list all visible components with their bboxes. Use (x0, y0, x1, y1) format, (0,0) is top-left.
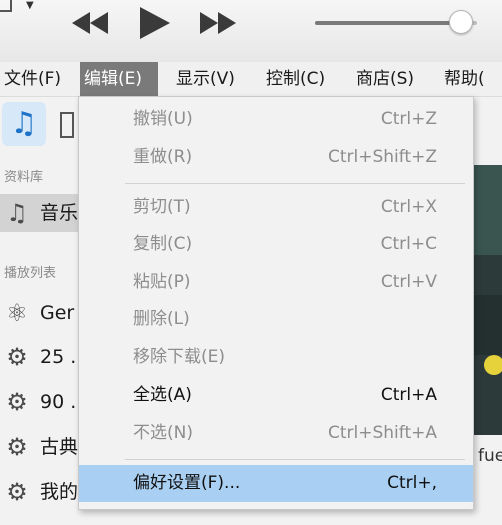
menu-separator (125, 183, 465, 184)
gear-icon: ⚙ (6, 343, 28, 371)
menu-separator (125, 459, 465, 460)
playlist-label: 90 . (40, 391, 77, 413)
menu-item-shortcut: Ctrl+A (380, 385, 437, 405)
menu-item-label: 复制(C) (133, 234, 193, 254)
menu-item-preferences[interactable]: 偏好设置(F)... Ctrl+, (79, 465, 473, 502)
menu-item-redo[interactable]: 重做(R) Ctrl+Shift+Z (79, 139, 473, 176)
play-icon[interactable] (136, 5, 172, 44)
menu-view[interactable]: 显示(V) (172, 62, 239, 96)
music-note-icon: ♫ (6, 199, 28, 227)
playlist-label: Ger (40, 302, 75, 324)
film-icon[interactable] (60, 112, 74, 138)
menu-item-label: 粘贴(P) (133, 272, 191, 292)
menu-item-paste[interactable]: 粘贴(P) Ctrl+V (79, 264, 473, 301)
menu-item-remove-download[interactable]: 移除下载(E) (79, 339, 473, 376)
library-header: 资料库 (4, 170, 44, 185)
menu-item-label: 不选(N) (133, 423, 193, 443)
menu-item-shortcut: Ctrl+Shift+A (327, 423, 437, 443)
menu-item-label: 偏好设置(F)... (133, 473, 241, 493)
gear-icon: ⚙ (6, 388, 28, 416)
menu-item-delete[interactable]: 删除(L) (79, 301, 473, 338)
menu-item-label: 删除(L) (133, 309, 190, 329)
menu-item-cut[interactable]: 剪切(T) Ctrl+X (79, 189, 473, 226)
playlists-header: 播放列表 (4, 266, 57, 281)
menu-item-label: 全选(A) (133, 385, 192, 405)
playlist-label: 我的 (40, 481, 79, 503)
menu-item-shortcut: Ctrl+C (380, 234, 437, 254)
menu-item-select-none[interactable]: 不选(N) Ctrl+Shift+A (79, 415, 473, 452)
menu-help[interactable]: 帮助( (440, 62, 489, 96)
rewind-icon[interactable] (70, 8, 110, 41)
menu-item-shortcut: Ctrl+, (387, 473, 437, 493)
album-title-partial: fue (478, 446, 502, 466)
menu-item-label: 移除下载(E) (133, 347, 226, 367)
menu-edit[interactable]: 编辑(E) (80, 62, 158, 96)
menu-store[interactable]: 商店(S) (352, 62, 418, 96)
sidebar-item-label: 音乐 (40, 202, 79, 224)
music-note-icon[interactable]: ♫ (2, 102, 46, 146)
edit-menu-dropdown: 撤销(U) Ctrl+Z 重做(R) Ctrl+Shift+Z 剪切(T) Ct… (78, 96, 474, 510)
menu-item-shortcut: Ctrl+V (380, 272, 437, 292)
volume-slider-fill (315, 21, 461, 25)
menu-file[interactable]: 文件(F) (0, 62, 65, 96)
album-artwork[interactable] (474, 165, 502, 435)
menu-item-label: 剪切(T) (133, 197, 191, 217)
chevron-down-icon[interactable]: ▼ (26, 0, 34, 11)
menu-item-undo[interactable]: 撤销(U) Ctrl+Z (79, 101, 473, 138)
menu-controls[interactable]: 控制(C) (262, 62, 329, 96)
gear-icon: ⚙ (6, 478, 28, 506)
menu-item-shortcut: Ctrl+Shift+Z (327, 147, 437, 167)
playlist-label: 25 . (40, 346, 77, 368)
gear-icon: ⚙ (6, 433, 28, 461)
menu-item-label: 撤销(U) (133, 109, 193, 129)
menu-item-shortcut: Ctrl+X (380, 197, 437, 217)
playback-toolbar: ▼ (0, 0, 502, 63)
atom-icon: ⚛ (6, 299, 28, 327)
menu-item-copy[interactable]: 复制(C) Ctrl+C (79, 226, 473, 263)
playlist-label: 古典 (40, 436, 79, 458)
fast-forward-icon[interactable] (198, 8, 238, 41)
menu-bar: 文件(F) 编辑(E) 显示(V) 控制(C) 商店(S) 帮助( (0, 62, 502, 97)
menu-item-label: 重做(R) (133, 147, 193, 167)
window-menu-icon[interactable] (0, 0, 12, 12)
volume-slider-knob[interactable] (448, 10, 473, 34)
menu-item-shortcut: Ctrl+Z (380, 109, 437, 129)
menu-item-select-all[interactable]: 全选(A) Ctrl+A (79, 377, 473, 414)
